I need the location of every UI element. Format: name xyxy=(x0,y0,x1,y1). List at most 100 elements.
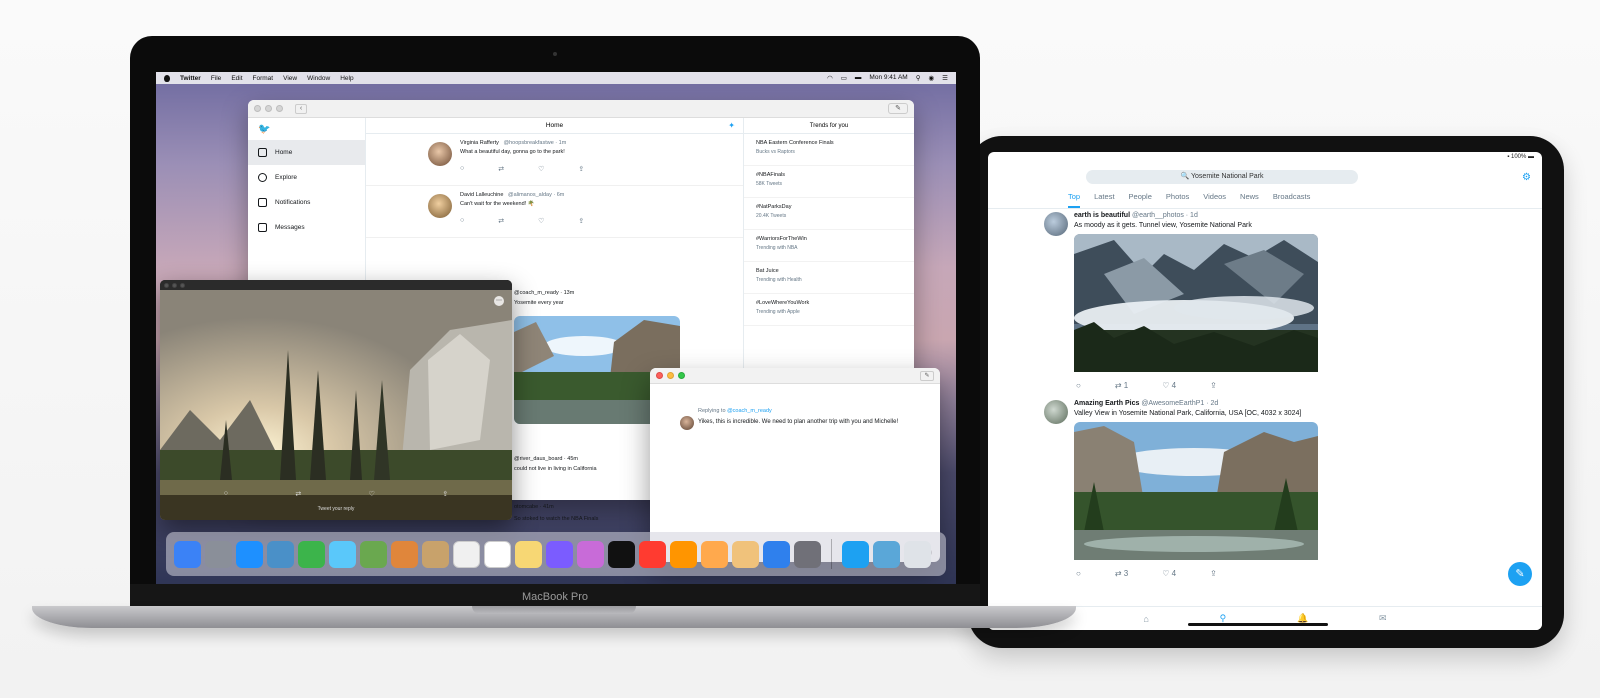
minimize-button[interactable] xyxy=(667,372,674,379)
tweet-author[interactable]: David Lalleuchine xyxy=(460,192,503,198)
tweet-photo-valley-view[interactable] xyxy=(1074,422,1318,565)
like-icon[interactable]: ♡ xyxy=(369,490,375,498)
close-button[interactable] xyxy=(254,105,261,112)
battery-icon[interactable]: ▬ xyxy=(855,74,862,82)
sidebar-item-explore[interactable]: Explore xyxy=(248,165,365,190)
tab-broadcasts[interactable]: Broadcasts xyxy=(1273,192,1311,208)
trend-item[interactable]: Bat Juice Trending with Health xyxy=(744,262,914,294)
home-icon[interactable]: ⌂ xyxy=(1143,614,1148,624)
retweet-icon[interactable]: ⇄ 1 xyxy=(1115,381,1128,390)
avatar[interactable] xyxy=(428,142,452,166)
dock-app-icon[interactable] xyxy=(267,540,294,568)
menu-edit[interactable]: Edit xyxy=(231,75,242,82)
tweet-author[interactable]: Amazing Earth Pics xyxy=(1074,400,1139,407)
close-button[interactable] xyxy=(656,372,663,379)
minimize-button[interactable] xyxy=(265,105,272,112)
retweet-icon[interactable]: ⇄ 3 xyxy=(1115,569,1128,578)
share-icon[interactable]: ⇪ xyxy=(578,217,584,225)
like-icon[interactable]: ♡ 4 xyxy=(1162,569,1176,578)
reply-text-field[interactable]: Yikes, this is incredible. We need to pl… xyxy=(698,418,908,426)
like-icon[interactable]: ♡ 4 xyxy=(1162,381,1176,390)
dock-app-icon[interactable] xyxy=(236,540,263,568)
reply-icon[interactable]: ○ xyxy=(1076,381,1081,390)
sidebar-item-messages[interactable]: Messages xyxy=(248,215,365,240)
user-icon[interactable]: ◉ xyxy=(929,74,935,82)
retweet-icon[interactable]: ⇄ xyxy=(498,165,504,173)
close-button[interactable] xyxy=(164,282,169,288)
dock-app-icon[interactable] xyxy=(453,540,480,568)
menu-format[interactable]: Format xyxy=(253,75,274,82)
menu-view[interactable]: View xyxy=(283,75,297,82)
tab-photos[interactable]: Photos xyxy=(1166,192,1189,208)
sparkle-icon[interactable]: ✦ xyxy=(728,118,735,134)
trend-item[interactable]: NBA Eastern Conference Finals Bucks vs Ra… xyxy=(744,134,914,166)
avatar[interactable] xyxy=(1044,400,1068,424)
like-icon[interactable]: ♡ xyxy=(538,217,544,225)
more-options-button[interactable]: ⋯ xyxy=(494,296,504,306)
share-icon[interactable]: ⇪ xyxy=(442,490,448,498)
tab-news[interactable]: News xyxy=(1240,192,1259,208)
settings-icon[interactable]: ⚙ xyxy=(1522,172,1532,183)
share-icon[interactable]: ⇪ xyxy=(1210,569,1217,578)
menu-window[interactable]: Window xyxy=(307,75,330,82)
avatar[interactable] xyxy=(1044,212,1068,236)
apple-menu-icon[interactable] xyxy=(164,74,170,82)
dock-app-icon[interactable] xyxy=(484,540,511,568)
edit-icon[interactable]: ✎ xyxy=(920,370,934,381)
tweet-photo-tunnel-view[interactable] xyxy=(1074,234,1318,377)
notification-center-icon[interactable]: ☰ xyxy=(942,74,948,82)
share-icon[interactable]: ⇪ xyxy=(578,165,584,173)
trend-item[interactable]: #NBAFinals 58K Tweets xyxy=(744,166,914,198)
dock-app-icon[interactable] xyxy=(360,540,387,568)
replying-handle[interactable]: @coach_m_ready xyxy=(727,408,772,414)
dock-app-icon[interactable] xyxy=(701,540,728,568)
tweet[interactable]: Amazing Earth Pics @AwesomeEarthP1 · 2d … xyxy=(1044,400,1374,578)
trend-item[interactable]: #WarriorsForTheWin Trending with NBA xyxy=(744,230,914,262)
dock-app-icon[interactable] xyxy=(298,540,325,568)
dock-app-icon[interactable] xyxy=(904,540,931,568)
compose-button[interactable]: ✎ xyxy=(888,103,908,114)
airplay-icon[interactable]: ▭ xyxy=(841,74,847,82)
trend-item[interactable]: #NatParksDay 20.4K Tweets xyxy=(744,198,914,230)
tweet-author[interactable]: earth is beautiful xyxy=(1074,212,1130,219)
tweet[interactable]: Virginia Rafferty @hoopsbreakfastwe · 1m… xyxy=(366,134,743,186)
compose-tweet-button[interactable]: ✎ xyxy=(1508,562,1532,586)
search-input[interactable]: 🔍 Yosemite National Park xyxy=(1086,170,1358,184)
dock-app-icon[interactable] xyxy=(329,540,356,568)
reply-icon[interactable]: ○ xyxy=(460,217,464,225)
dock-app-icon[interactable] xyxy=(608,540,635,568)
dock-app-icon[interactable] xyxy=(842,540,869,568)
share-icon[interactable]: ⇪ xyxy=(1210,381,1217,390)
menu-clock[interactable]: Mon 9:41 AM xyxy=(869,74,907,82)
sidebar-item-notifications[interactable]: Notifications xyxy=(248,190,365,215)
tweet-author[interactable]: Virginia Rafferty xyxy=(460,140,499,146)
dock-app-icon[interactable] xyxy=(546,540,573,568)
dock-app-icon[interactable] xyxy=(205,540,232,568)
dock-app-icon[interactable] xyxy=(639,540,666,568)
dock-app-icon[interactable] xyxy=(515,540,542,568)
back-button[interactable]: ‹ xyxy=(295,103,307,114)
dock-app-icon[interactable] xyxy=(577,540,604,568)
reply-icon[interactable]: ○ xyxy=(460,165,464,173)
zoom-button[interactable] xyxy=(678,372,685,379)
tab-people[interactable]: People xyxy=(1129,192,1152,208)
wifi-icon[interactable]: ◠ xyxy=(827,74,833,82)
menu-app-name[interactable]: Twitter xyxy=(180,75,201,82)
dock-app-icon[interactable] xyxy=(670,540,697,568)
minimize-button[interactable] xyxy=(172,282,177,288)
dock-app-icon[interactable] xyxy=(763,540,790,568)
dock-app-icon[interactable] xyxy=(873,540,900,568)
spotlight-icon[interactable]: ⚲ xyxy=(916,74,921,82)
dock-app-icon[interactable] xyxy=(732,540,759,568)
dock-app-icon[interactable] xyxy=(174,540,201,568)
zoom-button[interactable] xyxy=(276,105,283,112)
dock-app-icon[interactable] xyxy=(391,540,418,568)
reply-prompt[interactable]: Tweet your reply xyxy=(160,506,512,512)
reply-icon[interactable]: ○ xyxy=(224,490,228,498)
retweet-icon[interactable]: ⇄ xyxy=(295,490,301,498)
tab-latest[interactable]: Latest xyxy=(1094,192,1114,208)
avatar[interactable] xyxy=(428,194,452,218)
tab-videos[interactable]: Videos xyxy=(1203,192,1226,208)
retweet-icon[interactable]: ⇄ xyxy=(498,217,504,225)
dock-app-icon[interactable] xyxy=(794,540,821,568)
